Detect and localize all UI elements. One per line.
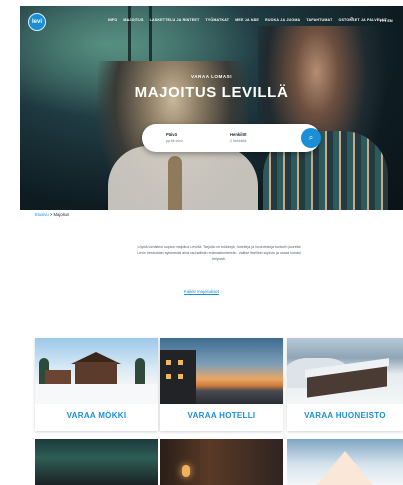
guests-label: Henkilöt xyxy=(230,132,247,137)
checkin-label: Päivä xyxy=(166,132,177,137)
woman-braid xyxy=(168,156,182,210)
card-title: VARAA HUONEISTO xyxy=(304,411,386,420)
apartment-image xyxy=(287,338,403,404)
hotel-building-shape xyxy=(160,350,196,404)
card-title: VARAA MÖKKI xyxy=(66,411,127,420)
search-icon: ⌕ xyxy=(308,133,314,142)
mountain-peak-shape xyxy=(317,451,373,485)
intro-text: Löydä lomallesi sopiva majoitus Leviltä.… xyxy=(137,245,301,261)
window-light xyxy=(178,360,183,365)
card-apartment[interactable]: VARAA HUONEISTO xyxy=(287,338,403,431)
guests-value: 2 henkilöä xyxy=(230,139,247,143)
snow-ground xyxy=(35,384,158,404)
breadcrumb: Etusivu > Majoitus xyxy=(35,212,69,217)
nav-item-majoitus[interactable]: MAJOITUS xyxy=(123,18,143,22)
checkin-field[interactable]: Päivä pp.kk.vvvv xyxy=(166,132,183,143)
page: levi INFO MAJOITUS LASKETTELU JA RINTEET… xyxy=(0,0,403,485)
cabin-small-shape xyxy=(45,370,71,384)
booking-search-bar: Päivä pp.kk.vvvv Henkilöt 2 henkilöä ⌕ xyxy=(142,124,321,152)
all-accommodations-link[interactable]: Kaikki majoitukset xyxy=(0,289,403,294)
card-image-mountain[interactable] xyxy=(287,439,403,485)
card-image-interior[interactable] xyxy=(160,439,283,485)
top-navigation: levi INFO MAJOITUS LASKETTELU JA RINTEET… xyxy=(20,6,403,34)
window-light xyxy=(166,374,171,379)
guests-field[interactable]: Henkilöt 2 henkilöä xyxy=(230,132,247,143)
checkin-value: pp.kk.vvvv xyxy=(166,139,183,143)
nav-item-ruoka-ja-juoma[interactable]: RUOKA JA JUOMA xyxy=(265,18,300,22)
search-icon[interactable]: ⌕ xyxy=(350,16,353,23)
hero-person-man xyxy=(258,26,388,210)
site-logo[interactable]: levi xyxy=(28,13,46,31)
nav-item-laskettelu[interactable]: LASKETTELU JA RINTEET xyxy=(150,18,200,22)
card-hotel[interactable]: VARAA HOTELLI xyxy=(160,338,283,431)
cabin-image xyxy=(35,338,158,404)
hero-eyebrow: VARAA LOMASI xyxy=(191,74,232,79)
main-menu: INFO MAJOITUS LASKETTELU JA RINTEET TYÖM… xyxy=(108,18,387,22)
card-image-aurora[interactable] xyxy=(35,439,158,485)
window-light xyxy=(178,374,183,379)
hotel-image xyxy=(160,338,283,404)
page-title: MAJOITUS LEVILLÄ xyxy=(134,84,289,101)
nav-item-tapahtumat[interactable]: TAPAHTUMAT xyxy=(306,18,332,22)
window-light xyxy=(166,360,171,365)
woman-sweater xyxy=(108,146,258,210)
nav-item-info[interactable]: INFO xyxy=(108,18,117,22)
breadcrumb-current: Majoitus xyxy=(53,212,70,217)
card-cabin[interactable]: VARAA MÖKKI xyxy=(35,338,158,431)
nav-item-tyomatkat[interactable]: TYÖMATKAT xyxy=(205,18,229,22)
cabin-shape xyxy=(75,362,117,384)
language-selector[interactable]: FI ▾ EN xyxy=(380,18,393,23)
lamp-light xyxy=(182,465,190,477)
breadcrumb-home[interactable]: Etusivu xyxy=(35,212,49,217)
nav-item-mee-ja-nae[interactable]: MEE JA NÄE xyxy=(235,18,259,22)
hero-section: levi INFO MAJOITUS LASKETTELU JA RINTEET… xyxy=(20,6,403,210)
card-title: VARAA HOTELLI xyxy=(187,411,256,420)
search-button[interactable]: ⌕ xyxy=(301,128,321,148)
